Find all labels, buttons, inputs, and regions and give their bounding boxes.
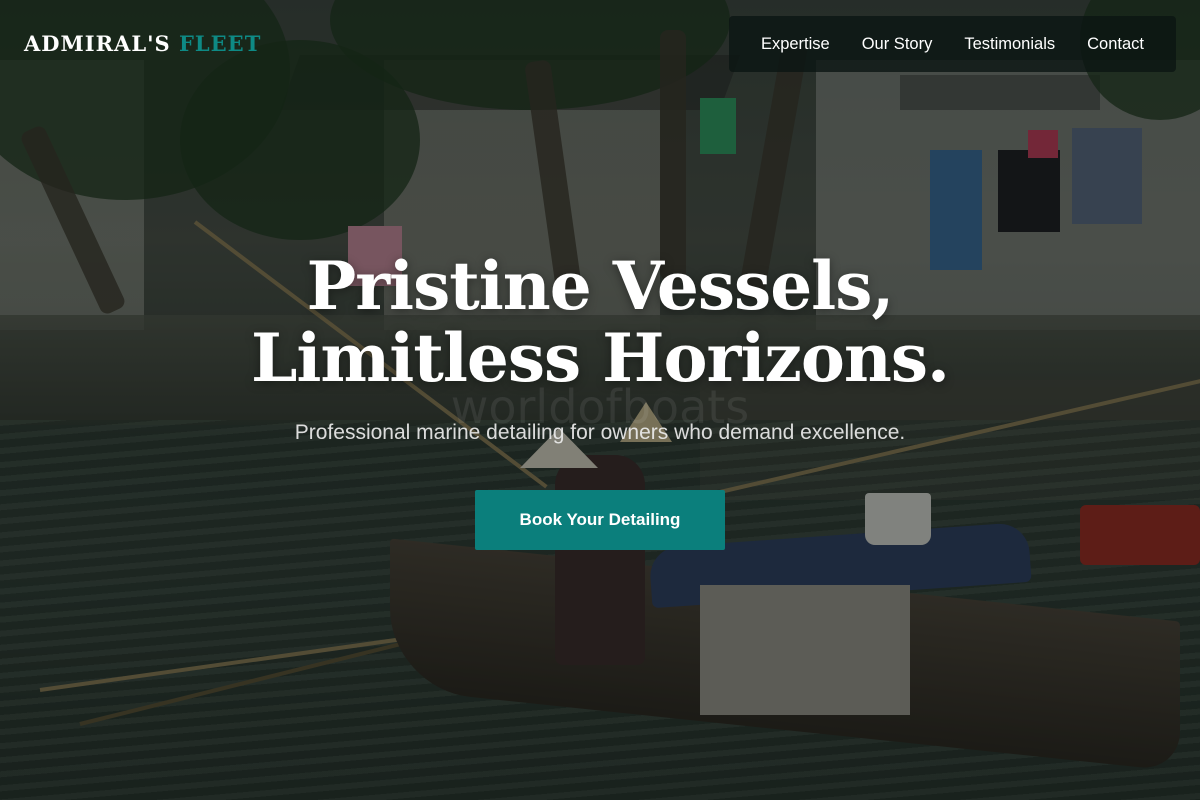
nav-link-our-story[interactable]: Our Story (846, 35, 949, 54)
book-detailing-button[interactable]: Book Your Detailing (475, 490, 725, 550)
hero-title: Pristine Vessels, Limitless Horizons. (0, 250, 1200, 394)
nav-link-testimonials[interactable]: Testimonials (948, 35, 1071, 54)
logo-text: ADMIRAL'S (24, 31, 171, 56)
main-nav: Expertise Our Story Testimonials Contact (728, 16, 1176, 72)
hero-subtitle: Professional marine detailing for owners… (294, 421, 906, 444)
logo-accent-text: FLEET (179, 31, 262, 56)
hero-title-line-1: Pristine Vessels, (306, 247, 895, 325)
brand-logo[interactable]: ADMIRAL'S FLEET (24, 31, 261, 56)
nav-link-expertise[interactable]: Expertise (745, 35, 846, 54)
nav-link-contact[interactable]: Contact (1071, 35, 1160, 54)
